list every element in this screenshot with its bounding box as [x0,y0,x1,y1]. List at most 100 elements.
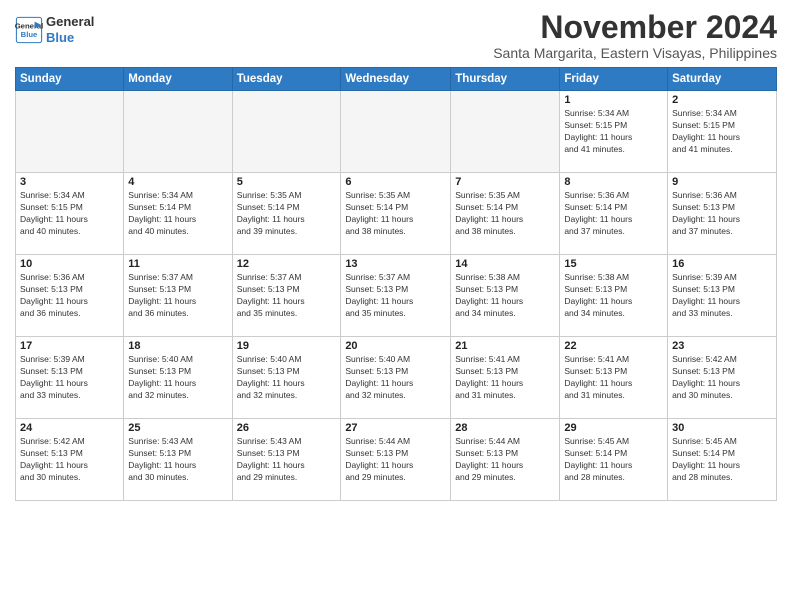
day-number: 23 [672,340,772,352]
calendar-header-wednesday: Wednesday [341,68,451,91]
day-info: Sunrise: 5:40 AM Sunset: 5:13 PM Dayligh… [345,354,446,402]
calendar-header-friday: Friday [560,68,668,91]
day-info: Sunrise: 5:41 AM Sunset: 5:13 PM Dayligh… [564,354,663,402]
day-number: 19 [237,340,337,352]
calendar-cell: 20 Sunrise: 5:40 AM Sunset: 5:13 PM Dayli… [341,337,451,419]
calendar-header-monday: Monday [124,68,232,91]
calendar: SundayMondayTuesdayWednesdayThursdayFrid… [15,67,777,501]
calendar-cell: 24 Sunrise: 5:42 AM Sunset: 5:13 PM Dayli… [16,419,124,501]
day-info: Sunrise: 5:34 AM Sunset: 5:15 PM Dayligh… [672,108,772,156]
day-number: 11 [128,258,227,270]
day-info: Sunrise: 5:41 AM Sunset: 5:13 PM Dayligh… [455,354,555,402]
calendar-cell: 25 Sunrise: 5:43 AM Sunset: 5:13 PM Dayli… [124,419,232,501]
svg-text:Blue: Blue [21,30,38,39]
calendar-cell [341,91,451,173]
day-info: Sunrise: 5:39 AM Sunset: 5:13 PM Dayligh… [672,272,772,320]
day-number: 20 [345,340,446,352]
day-info: Sunrise: 5:34 AM Sunset: 5:15 PM Dayligh… [564,108,663,156]
calendar-cell: 11 Sunrise: 5:37 AM Sunset: 5:13 PM Dayli… [124,255,232,337]
day-number: 2 [672,94,772,106]
day-info: Sunrise: 5:44 AM Sunset: 5:13 PM Dayligh… [455,436,555,484]
day-number: 22 [564,340,663,352]
calendar-week-row: 24 Sunrise: 5:42 AM Sunset: 5:13 PM Dayli… [16,419,777,501]
day-number: 14 [455,258,555,270]
calendar-header-thursday: Thursday [451,68,560,91]
calendar-week-row: 1Sunrise: 5:34 AM Sunset: 5:15 PM Daylig… [16,91,777,173]
calendar-cell: 13 Sunrise: 5:37 AM Sunset: 5:13 PM Dayli… [341,255,451,337]
calendar-cell: 19 Sunrise: 5:40 AM Sunset: 5:13 PM Dayli… [232,337,341,419]
day-info: Sunrise: 5:37 AM Sunset: 5:13 PM Dayligh… [128,272,227,320]
calendar-header-sunday: Sunday [16,68,124,91]
calendar-cell: 30 Sunrise: 5:45 AM Sunset: 5:14 PM Dayli… [668,419,777,501]
calendar-cell: 6 Sunrise: 5:35 AM Sunset: 5:14 PM Daylig… [341,173,451,255]
calendar-week-row: 17 Sunrise: 5:39 AM Sunset: 5:13 PM Dayli… [16,337,777,419]
calendar-cell [16,91,124,173]
day-number: 8 [564,176,663,188]
day-number: 21 [455,340,555,352]
day-info: Sunrise: 5:43 AM Sunset: 5:13 PM Dayligh… [128,436,227,484]
day-info: Sunrise: 5:37 AM Sunset: 5:13 PM Dayligh… [345,272,446,320]
calendar-cell: 12Sunrise: 5:37 AM Sunset: 5:13 PM Dayli… [232,255,341,337]
day-number: 10 [20,258,119,270]
day-info: Sunrise: 5:36 AM Sunset: 5:14 PM Dayligh… [564,190,663,238]
day-number: 4 [128,176,227,188]
calendar-cell: 17 Sunrise: 5:39 AM Sunset: 5:13 PM Dayli… [16,337,124,419]
day-info: Sunrise: 5:35 AM Sunset: 5:14 PM Dayligh… [455,190,555,238]
day-number: 3 [20,176,119,188]
day-number: 26 [237,422,337,434]
day-info: Sunrise: 5:42 AM Sunset: 5:13 PM Dayligh… [672,354,772,402]
header: General Blue General Blue November 2024 … [15,10,777,61]
day-number: 25 [128,422,227,434]
day-number: 13 [345,258,446,270]
calendar-cell [124,91,232,173]
calendar-cell: 2 Sunrise: 5:34 AM Sunset: 5:15 PM Daylig… [668,91,777,173]
day-info: Sunrise: 5:45 AM Sunset: 5:14 PM Dayligh… [672,436,772,484]
calendar-cell: 7 Sunrise: 5:35 AM Sunset: 5:14 PM Daylig… [451,173,560,255]
day-info: Sunrise: 5:44 AM Sunset: 5:13 PM Dayligh… [345,436,446,484]
calendar-cell: 27 Sunrise: 5:44 AM Sunset: 5:13 PM Dayli… [341,419,451,501]
day-info: Sunrise: 5:35 AM Sunset: 5:14 PM Dayligh… [345,190,446,238]
title-block: November 2024 Santa Margarita, Eastern V… [493,10,777,61]
calendar-cell: 23 Sunrise: 5:42 AM Sunset: 5:13 PM Dayli… [668,337,777,419]
calendar-cell: 22 Sunrise: 5:41 AM Sunset: 5:13 PM Dayli… [560,337,668,419]
day-info: Sunrise: 5:38 AM Sunset: 5:13 PM Dayligh… [564,272,663,320]
day-number: 29 [564,422,663,434]
logo-text-line1: General [46,14,94,30]
day-number: 24 [20,422,119,434]
day-info: Sunrise: 5:36 AM Sunset: 5:13 PM Dayligh… [672,190,772,238]
calendar-header-tuesday: Tuesday [232,68,341,91]
day-number: 6 [345,176,446,188]
day-number: 5 [237,176,337,188]
day-number: 27 [345,422,446,434]
calendar-header-row: SundayMondayTuesdayWednesdayThursdayFrid… [16,68,777,91]
calendar-cell: 5Sunrise: 5:35 AM Sunset: 5:14 PM Daylig… [232,173,341,255]
calendar-cell: 3 Sunrise: 5:34 AM Sunset: 5:15 PM Daylig… [16,173,124,255]
day-number: 17 [20,340,119,352]
calendar-cell: 26Sunrise: 5:43 AM Sunset: 5:13 PM Dayli… [232,419,341,501]
calendar-cell: 4Sunrise: 5:34 AM Sunset: 5:14 PM Daylig… [124,173,232,255]
day-info: Sunrise: 5:34 AM Sunset: 5:15 PM Dayligh… [20,190,119,238]
calendar-cell: 21 Sunrise: 5:41 AM Sunset: 5:13 PM Dayli… [451,337,560,419]
day-number: 9 [672,176,772,188]
location: Santa Margarita, Eastern Visayas, Philip… [493,45,777,61]
calendar-cell: 29Sunrise: 5:45 AM Sunset: 5:14 PM Dayli… [560,419,668,501]
calendar-cell: 15 Sunrise: 5:38 AM Sunset: 5:13 PM Dayli… [560,255,668,337]
day-number: 15 [564,258,663,270]
calendar-cell: 18Sunrise: 5:40 AM Sunset: 5:13 PM Dayli… [124,337,232,419]
day-info: Sunrise: 5:38 AM Sunset: 5:13 PM Dayligh… [455,272,555,320]
day-info: Sunrise: 5:40 AM Sunset: 5:13 PM Dayligh… [237,354,337,402]
calendar-cell: 9 Sunrise: 5:36 AM Sunset: 5:13 PM Daylig… [668,173,777,255]
calendar-cell: 8 Sunrise: 5:36 AM Sunset: 5:14 PM Daylig… [560,173,668,255]
calendar-cell: 1Sunrise: 5:34 AM Sunset: 5:15 PM Daylig… [560,91,668,173]
page: General Blue General Blue November 2024 … [0,0,792,612]
logo-text-line2: Blue [46,30,94,46]
day-number: 30 [672,422,772,434]
calendar-cell: 28Sunrise: 5:44 AM Sunset: 5:13 PM Dayli… [451,419,560,501]
day-info: Sunrise: 5:39 AM Sunset: 5:13 PM Dayligh… [20,354,119,402]
day-number: 18 [128,340,227,352]
calendar-cell: 10Sunrise: 5:36 AM Sunset: 5:13 PM Dayli… [16,255,124,337]
day-info: Sunrise: 5:42 AM Sunset: 5:13 PM Dayligh… [20,436,119,484]
calendar-cell: 16 Sunrise: 5:39 AM Sunset: 5:13 PM Dayli… [668,255,777,337]
day-number: 16 [672,258,772,270]
day-number: 7 [455,176,555,188]
